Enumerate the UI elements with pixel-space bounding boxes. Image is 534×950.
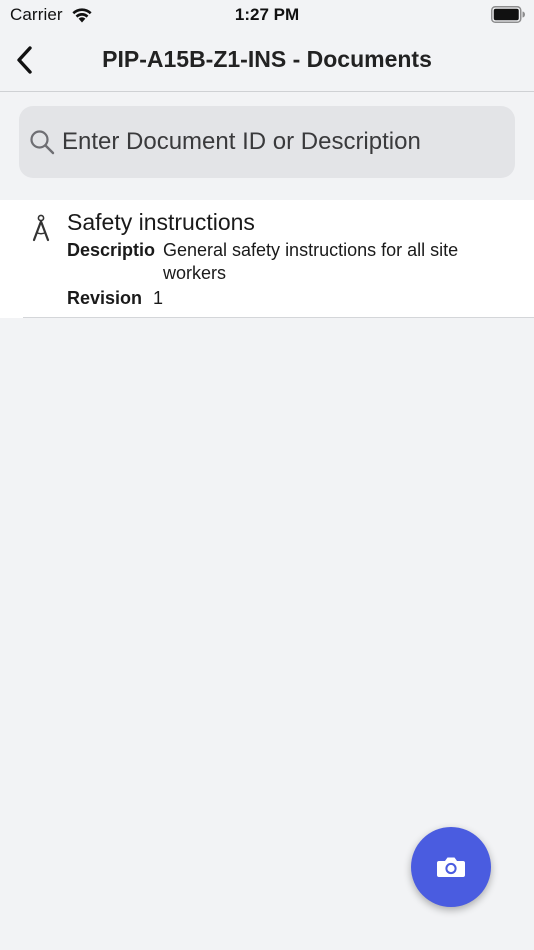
battery-icon — [491, 6, 525, 23]
chevron-left-icon — [17, 46, 32, 74]
revision-value: 1 — [153, 288, 164, 308]
status-time: 1:27 PM — [234, 5, 300, 24]
description-label: Description — [67, 240, 155, 260]
status-bar: Carrier 1:27 PM — [0, 0, 534, 30]
document-title: Safety instructions — [67, 209, 255, 235]
camera-button[interactable] — [411, 827, 491, 907]
search-bar[interactable] — [19, 106, 515, 178]
list-item[interactable]: Safety instructions Description General … — [0, 200, 534, 318]
revision-label: Revision — [67, 288, 143, 308]
search-input[interactable] — [62, 106, 502, 178]
camera-icon — [437, 857, 465, 877]
navigation-bar: PIP-A15B-Z1-INS - Documents — [0, 30, 534, 92]
page-title: PIP-A15B-Z1-INS - Documents — [102, 46, 432, 72]
back-button[interactable] — [6, 42, 42, 78]
row-divider — [23, 317, 534, 318]
document-list: Safety instructions Description General … — [0, 200, 534, 318]
description-value: General safety instructions for all site… — [163, 240, 459, 283]
search-icon — [30, 130, 55, 155]
compass-drafting-icon — [32, 214, 50, 242]
documents-screen: Carrier 1:27 PM PIP-A15B-Z1-INS - Docume… — [0, 0, 534, 950]
